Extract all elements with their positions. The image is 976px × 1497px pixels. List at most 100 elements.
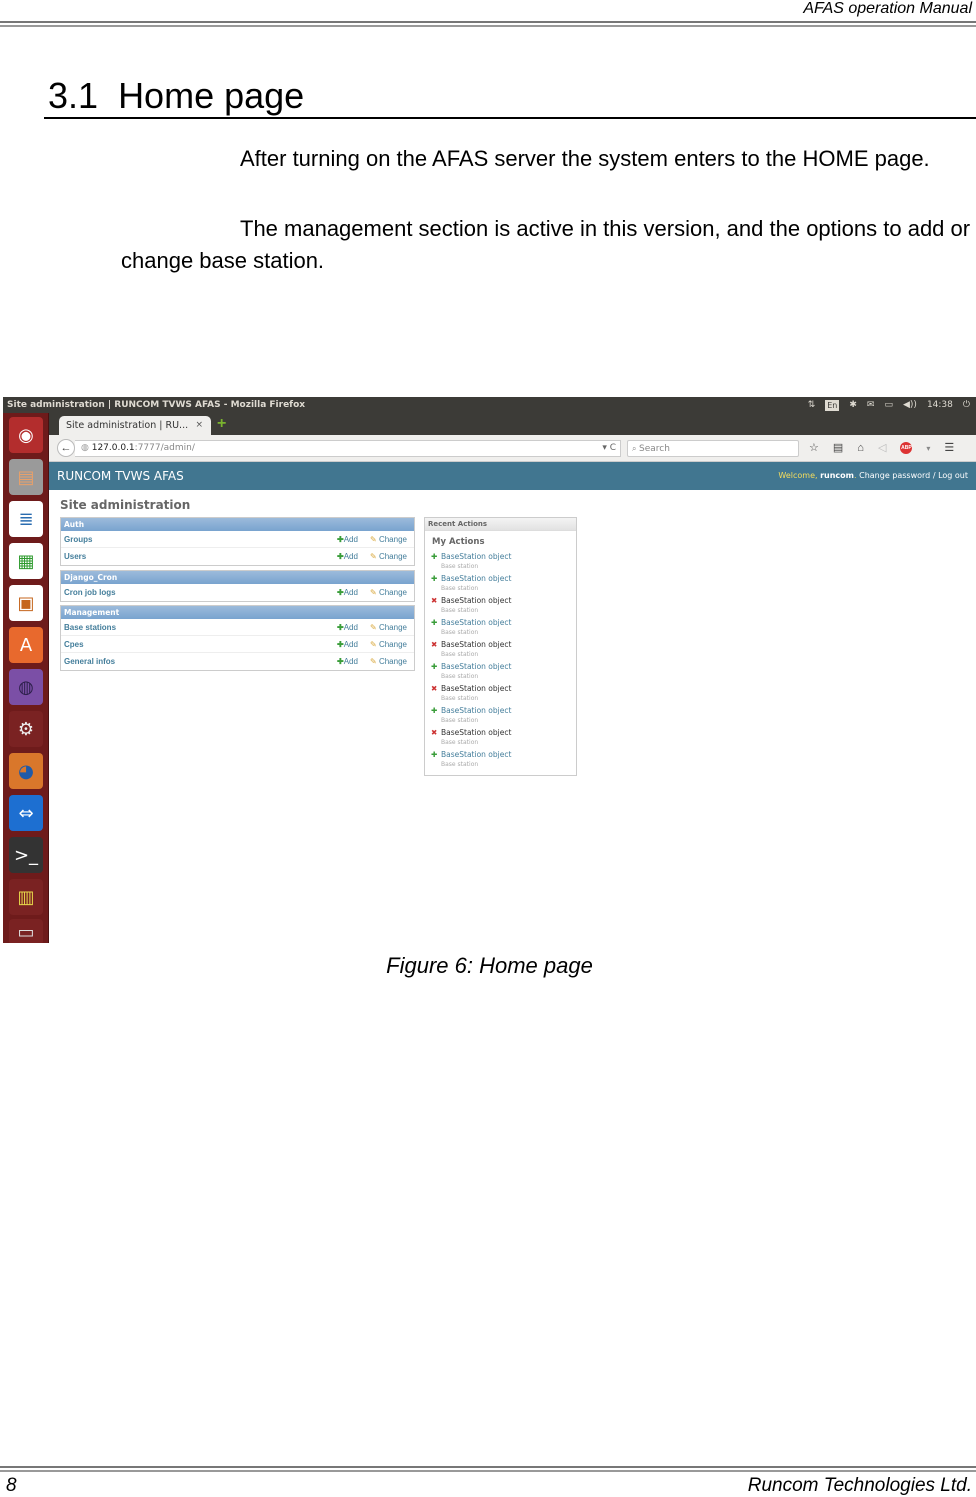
bookmarks-list-icon[interactable]: ▤ — [833, 440, 843, 457]
section-number: 3.1 — [48, 75, 99, 116]
recent-action-link[interactable]: BaseStation object — [441, 750, 511, 759]
recent-action-type: Base station — [441, 739, 479, 746]
app-module-django-cron: Django_Cron Cron job logs ✚Add ✎ Change — [60, 570, 415, 602]
bluetooth-icon[interactable]: ✱ — [849, 397, 857, 413]
libreoffice-impress-icon[interactable]: ▣ — [9, 585, 43, 621]
logout-link[interactable]: Log out — [938, 471, 968, 480]
trash-icon[interactable]: ▭ — [9, 919, 43, 943]
recent-action-link[interactable]: BaseStation object — [441, 662, 511, 671]
recent-action-item: ✖ BaseStation object Base station — [425, 595, 576, 617]
power-icon[interactable]: ⏻ — [963, 397, 970, 413]
keyboard-layout-indicator[interactable]: En — [825, 399, 840, 411]
url-host: 127.0.0.1 — [91, 443, 135, 453]
recent-action-link[interactable]: BaseStation object — [441, 618, 511, 627]
module-header[interactable]: Django_Cron — [61, 571, 414, 584]
model-link[interactable]: Users — [64, 552, 86, 561]
header-rule — [0, 25, 976, 27]
section-title: Home page — [118, 75, 305, 116]
add-link[interactable]: ✚Add — [337, 636, 358, 653]
recent-action-item: ✚ BaseStation object Base station — [425, 705, 576, 727]
change-link[interactable]: ✎ Change — [370, 619, 407, 636]
ubuntu-dash-icon[interactable]: ◉ — [9, 417, 43, 453]
model-link[interactable]: General infos — [64, 657, 115, 666]
recent-action-link[interactable]: BaseStation object — [441, 574, 511, 583]
model-link[interactable]: Base stations — [64, 623, 116, 632]
terminal-icon[interactable]: >_ — [9, 837, 43, 873]
software-center-icon[interactable]: A — [9, 627, 43, 663]
add-icon: ✚ — [431, 552, 438, 561]
change-link[interactable]: ✎ Change — [370, 548, 407, 565]
plus-icon: ✚ — [337, 640, 344, 649]
change-link[interactable]: ✎ Change — [370, 636, 407, 653]
bookmark-star-icon[interactable]: ☆ — [809, 440, 819, 457]
module-header[interactable]: Auth — [61, 518, 414, 531]
add-link[interactable]: ✚Add — [337, 531, 358, 548]
change-link[interactable]: ✎ Change — [370, 653, 407, 670]
site-brand[interactable]: RUNCOM TVWS AFAS — [57, 462, 184, 490]
volume-icon[interactable]: ◀)) — [903, 397, 917, 413]
eclipse-icon[interactable]: ◍ — [9, 669, 43, 705]
battery-icon[interactable]: ▭ — [884, 397, 893, 413]
back-arrow-icon[interactable]: ← — [57, 439, 75, 457]
username: runcom — [820, 471, 855, 480]
recent-action-type: Base station — [441, 607, 479, 614]
change-label: Change — [378, 623, 407, 632]
firefox-icon[interactable]: ◕ — [9, 753, 43, 789]
separator: / — [932, 471, 936, 480]
recent-action-item: ✖ BaseStation object Base station — [425, 639, 576, 661]
recent-action-type: Base station — [441, 717, 479, 724]
recent-action-link[interactable]: BaseStation object — [441, 706, 511, 715]
model-link[interactable]: Cpes — [64, 640, 84, 649]
url-bar[interactable]: ◍ 127.0.0.1:7777/admin/ ▾ C — [75, 440, 621, 457]
user-tools: Welcome, runcom. Change password / Log o… — [778, 471, 968, 480]
paragraph: The management section is active in this… — [121, 213, 971, 277]
libreoffice-writer-icon[interactable]: ≣ — [9, 501, 43, 537]
adblock-plus-icon[interactable]: ABP — [900, 442, 913, 454]
close-tab-icon[interactable]: × — [195, 416, 203, 435]
system-settings-icon[interactable]: ⚙ — [9, 711, 43, 747]
teamviewer-icon[interactable]: ⇔ — [9, 795, 43, 831]
files-icon[interactable]: ▤ — [9, 459, 43, 495]
add-link[interactable]: ✚Add — [337, 584, 358, 601]
change-link[interactable]: ✎ Change — [370, 584, 407, 601]
add-label: Add — [343, 657, 358, 666]
hamburger-menu-icon[interactable]: ☰ — [944, 440, 954, 457]
new-tab-icon[interactable]: + — [217, 415, 226, 433]
add-link[interactable]: ✚Add — [337, 653, 358, 670]
dropdown-arrow-icon[interactable]: ▾ — [926, 440, 930, 457]
model-link[interactable]: Cron job logs — [64, 588, 116, 597]
home-icon[interactable]: ⌂ — [857, 440, 864, 457]
network-icon[interactable]: ⇅ — [808, 397, 816, 413]
add-icon: ✚ — [431, 618, 438, 627]
mail-icon[interactable]: ✉ — [867, 397, 875, 413]
sd-card-writer-icon[interactable]: ▥ — [9, 879, 43, 915]
recent-action-link[interactable]: BaseStation object — [441, 552, 511, 561]
pencil-icon: ✎ — [370, 623, 379, 632]
change-link[interactable]: ✎ Change — [370, 531, 407, 548]
pencil-icon: ✎ — [370, 640, 379, 649]
model-link[interactable]: Groups — [64, 535, 92, 544]
recent-actions-panel: Recent Actions My Actions ✚ BaseStation o… — [424, 517, 577, 776]
paragraph-text: After turning on the AFAS server the sys… — [240, 146, 930, 171]
pocket-send-icon[interactable]: ◁ — [878, 440, 886, 457]
my-actions-title: My Actions — [432, 537, 485, 547]
recent-action-item: ✚ BaseStation object Base station — [425, 551, 576, 573]
search-input[interactable]: ⌕ Search — [627, 440, 799, 457]
plus-icon: ✚ — [337, 552, 344, 561]
add-link[interactable]: ✚Add — [337, 619, 358, 636]
clock[interactable]: 14:38 — [927, 397, 953, 413]
plus-icon: ✚ — [337, 657, 344, 666]
model-row: Users ✚Add ✎ Change — [61, 548, 414, 565]
model-row: Base stations ✚Add ✎ Change — [61, 619, 414, 636]
change-password-link[interactable]: Change password — [859, 471, 930, 480]
window-title: Site administration | RUNCOM TVWS AFAS -… — [7, 400, 306, 410]
reload-icon[interactable]: ▾ C — [602, 441, 616, 456]
module-header[interactable]: Management — [61, 606, 414, 619]
add-link[interactable]: ✚Add — [337, 548, 358, 565]
recent-action-item: ✖ BaseStation object Base station — [425, 683, 576, 705]
browser-tab[interactable]: Site administration | RU... × — [59, 416, 211, 435]
launcher: ◉ ▤ ≣ ▦ ▣ A ◍ ⚙ ◕ ⇔ >_ ▥ ▭ — [3, 413, 49, 943]
add-label: Add — [343, 588, 358, 597]
footer-rule — [0, 1466, 976, 1468]
libreoffice-calc-icon[interactable]: ▦ — [9, 543, 43, 579]
